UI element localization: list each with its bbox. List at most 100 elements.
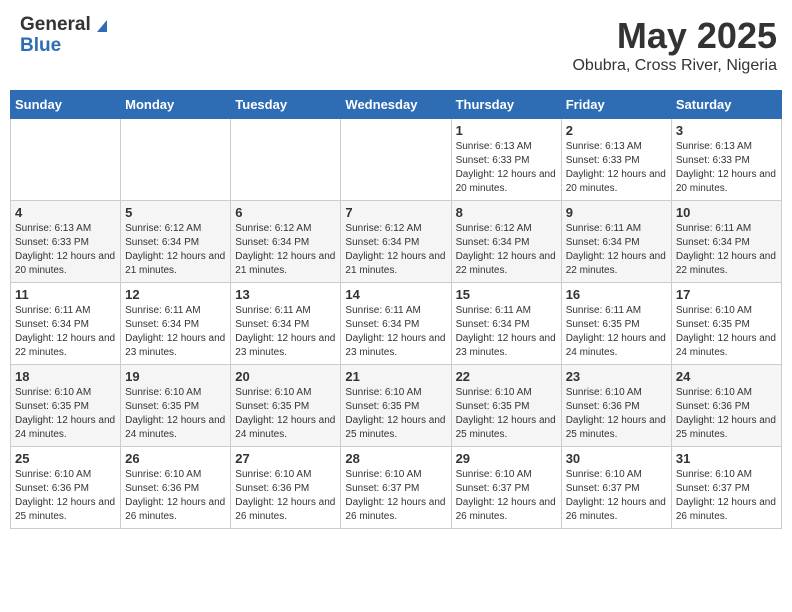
calendar-cell: 1Sunrise: 6:13 AM Sunset: 6:33 PM Daylig… xyxy=(451,119,561,201)
calendar-cell: 3 Sunrise: 6:13 AM Sunset: 6:33 PM Daylig… xyxy=(671,119,781,201)
day-number: 5 xyxy=(125,205,226,220)
day-number: 10 xyxy=(676,205,777,220)
calendar-cell xyxy=(341,119,451,201)
day-number: 14 xyxy=(345,287,446,302)
day-number: 8 xyxy=(456,205,557,220)
title-block: May 2025 Obubra, Cross River, Nigeria xyxy=(572,15,777,75)
day-info: Sunrise: 6:10 AM Sunset: 6:36 PM Dayligh… xyxy=(15,468,116,524)
calendar-cell: 27Sunrise: 6:10 AM Sunset: 6:36 PM Dayli… xyxy=(231,447,341,529)
day-number: 13 xyxy=(235,287,336,302)
day-number: 20 xyxy=(235,369,336,384)
day-info: Sunrise: 6:10 AM Sunset: 6:36 PM Dayligh… xyxy=(566,386,667,442)
day-number: 7 xyxy=(345,205,446,220)
day-number: 9 xyxy=(566,205,667,220)
calendar-title: May 2025 xyxy=(572,15,777,57)
day-info: Sunrise: 6:10 AM Sunset: 6:37 PM Dayligh… xyxy=(345,468,446,524)
calendar-cell: 12 Sunrise: 6:11 AM Sunset: 6:34 PM Dayli… xyxy=(121,283,231,365)
calendar-cell: 5 Sunrise: 6:12 AM Sunset: 6:34 PM Daylig… xyxy=(121,201,231,283)
calendar-cell: 24Sunrise: 6:10 AM Sunset: 6:36 PM Dayli… xyxy=(671,365,781,447)
calendar-cell xyxy=(11,119,121,201)
day-number: 31 xyxy=(676,451,777,466)
calendar-cell: 18 Sunrise: 6:10 AM Sunset: 6:35 PM Dayli… xyxy=(11,365,121,447)
day-info: Sunrise: 6:13 AM Sunset: 6:33 PM Dayligh… xyxy=(676,140,777,196)
header-wednesday: Wednesday xyxy=(341,91,451,119)
day-number: 4 xyxy=(15,205,116,220)
calendar-cell: 2 Sunrise: 6:13 AM Sunset: 6:33 PM Daylig… xyxy=(561,119,671,201)
day-number: 21 xyxy=(345,369,446,384)
day-info: Sunrise: 6:12 AM Sunset: 6:34 PM Dayligh… xyxy=(125,222,226,278)
header-monday: Monday xyxy=(121,91,231,119)
day-number: 29 xyxy=(456,451,557,466)
day-info: Sunrise: 6:10 AM Sunset: 6:35 PM Dayligh… xyxy=(235,386,336,442)
day-info: Sunrise: 6:10 AM Sunset: 6:35 PM Dayligh… xyxy=(456,386,557,442)
day-info: Sunrise: 6:10 AM Sunset: 6:37 PM Dayligh… xyxy=(566,468,667,524)
day-info: Sunrise: 6:10 AM Sunset: 6:36 PM Dayligh… xyxy=(676,386,777,442)
logo-general: General xyxy=(20,15,91,36)
calendar-week-5: 25 Sunrise: 6:10 AM Sunset: 6:36 PM Dayli… xyxy=(11,447,782,529)
calendar-cell: 25 Sunrise: 6:10 AM Sunset: 6:36 PM Dayli… xyxy=(11,447,121,529)
header-friday: Friday xyxy=(561,91,671,119)
day-number: 3 xyxy=(676,123,777,138)
calendar-week-1: 1Sunrise: 6:13 AM Sunset: 6:33 PM Daylig… xyxy=(11,119,782,201)
day-info: Sunrise: 6:11 AM Sunset: 6:34 PM Dayligh… xyxy=(345,304,446,360)
logo-icon xyxy=(93,16,111,34)
calendar-cell: 6 Sunrise: 6:12 AM Sunset: 6:34 PM Daylig… xyxy=(231,201,341,283)
day-number: 22 xyxy=(456,369,557,384)
day-info: Sunrise: 6:12 AM Sunset: 6:34 PM Dayligh… xyxy=(345,222,446,278)
day-number: 16 xyxy=(566,287,667,302)
calendar-cell: 23 Sunrise: 6:10 AM Sunset: 6:36 PM Dayli… xyxy=(561,365,671,447)
calendar-cell: 9Sunrise: 6:11 AM Sunset: 6:34 PM Daylig… xyxy=(561,201,671,283)
day-info: Sunrise: 6:10 AM Sunset: 6:35 PM Dayligh… xyxy=(345,386,446,442)
day-number: 2 xyxy=(566,123,667,138)
calendar-week-3: 11 Sunrise: 6:11 AM Sunset: 6:34 PM Dayli… xyxy=(11,283,782,365)
day-number: 30 xyxy=(566,451,667,466)
day-info: Sunrise: 6:12 AM Sunset: 6:34 PM Dayligh… xyxy=(456,222,557,278)
day-number: 23 xyxy=(566,369,667,384)
calendar-table: SundayMondayTuesdayWednesdayThursdayFrid… xyxy=(10,90,782,529)
header-sunday: Sunday xyxy=(11,91,121,119)
calendar-cell: 20 Sunrise: 6:10 AM Sunset: 6:35 PM Dayli… xyxy=(231,365,341,447)
header-thursday: Thursday xyxy=(451,91,561,119)
calendar-location: Obubra, Cross River, Nigeria xyxy=(572,57,777,75)
day-info: Sunrise: 6:13 AM Sunset: 6:33 PM Dayligh… xyxy=(566,140,667,196)
page-header: General Blue May 2025 Obubra, Cross Rive… xyxy=(10,10,782,80)
day-info: Sunrise: 6:11 AM Sunset: 6:34 PM Dayligh… xyxy=(676,222,777,278)
day-info: Sunrise: 6:10 AM Sunset: 6:36 PM Dayligh… xyxy=(235,468,336,524)
calendar-cell: 22 Sunrise: 6:10 AM Sunset: 6:35 PM Dayli… xyxy=(451,365,561,447)
calendar-cell: 29Sunrise: 6:10 AM Sunset: 6:37 PM Dayli… xyxy=(451,447,561,529)
day-info: Sunrise: 6:10 AM Sunset: 6:37 PM Dayligh… xyxy=(676,468,777,524)
calendar-cell: 8 Sunrise: 6:12 AM Sunset: 6:34 PM Daylig… xyxy=(451,201,561,283)
calendar-cell: 19 Sunrise: 6:10 AM Sunset: 6:35 PM Dayli… xyxy=(121,365,231,447)
calendar-header-row: SundayMondayTuesdayWednesdayThursdayFrid… xyxy=(11,91,782,119)
calendar-cell: 11Sunrise: 6:11 AM Sunset: 6:34 PM Dayli… xyxy=(11,283,121,365)
day-number: 17 xyxy=(676,287,777,302)
calendar-cell: 14 Sunrise: 6:11 AM Sunset: 6:34 PM Dayli… xyxy=(341,283,451,365)
day-number: 28 xyxy=(345,451,446,466)
calendar-cell: 31 Sunrise: 6:10 AM Sunset: 6:37 PM Dayli… xyxy=(671,447,781,529)
calendar-cell: 21 Sunrise: 6:10 AM Sunset: 6:35 PM Dayli… xyxy=(341,365,451,447)
day-info: Sunrise: 6:13 AM Sunset: 6:33 PM Dayligh… xyxy=(15,222,116,278)
calendar-cell: 28 Sunrise: 6:10 AM Sunset: 6:37 PM Dayli… xyxy=(341,447,451,529)
day-info: Sunrise: 6:11 AM Sunset: 6:34 PM Dayligh… xyxy=(235,304,336,360)
calendar-cell xyxy=(121,119,231,201)
calendar-cell: 30 Sunrise: 6:10 AM Sunset: 6:37 PM Dayli… xyxy=(561,447,671,529)
day-number: 15 xyxy=(456,287,557,302)
day-info: Sunrise: 6:12 AM Sunset: 6:34 PM Dayligh… xyxy=(235,222,336,278)
calendar-cell: 10 Sunrise: 6:11 AM Sunset: 6:34 PM Dayli… xyxy=(671,201,781,283)
day-info: Sunrise: 6:10 AM Sunset: 6:35 PM Dayligh… xyxy=(15,386,116,442)
day-info: Sunrise: 6:10 AM Sunset: 6:36 PM Dayligh… xyxy=(125,468,226,524)
day-number: 18 xyxy=(15,369,116,384)
day-number: 26 xyxy=(125,451,226,466)
calendar-cell: 17Sunrise: 6:10 AM Sunset: 6:35 PM Dayli… xyxy=(671,283,781,365)
day-info: Sunrise: 6:11 AM Sunset: 6:34 PM Dayligh… xyxy=(125,304,226,360)
day-number: 12 xyxy=(125,287,226,302)
day-number: 6 xyxy=(235,205,336,220)
day-number: 25 xyxy=(15,451,116,466)
header-saturday: Saturday xyxy=(671,91,781,119)
calendar-cell: 15Sunrise: 6:11 AM Sunset: 6:34 PM Dayli… xyxy=(451,283,561,365)
calendar-cell: 4 Sunrise: 6:13 AM Sunset: 6:33 PM Daylig… xyxy=(11,201,121,283)
day-number: 19 xyxy=(125,369,226,384)
day-number: 11 xyxy=(15,287,116,302)
logo-blue: Blue xyxy=(20,36,111,57)
day-info: Sunrise: 6:10 AM Sunset: 6:35 PM Dayligh… xyxy=(125,386,226,442)
